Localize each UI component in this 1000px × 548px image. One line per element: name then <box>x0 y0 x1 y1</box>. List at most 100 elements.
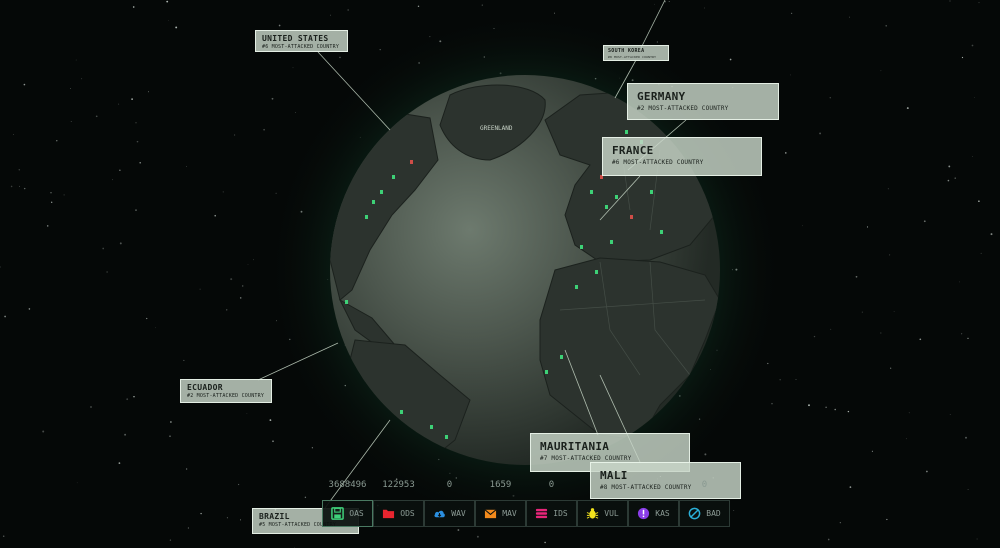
star <box>972 156 973 157</box>
star <box>102 247 105 250</box>
star <box>880 70 882 72</box>
label-name: ECUADOR <box>187 383 223 392</box>
star <box>13 134 14 135</box>
star <box>965 436 967 439</box>
star <box>959 281 960 283</box>
star <box>304 496 307 499</box>
toolbar-bad-button[interactable]: BAD <box>679 500 730 527</box>
toolbar-oas-button[interactable]: OAS <box>322 500 373 527</box>
star <box>237 483 240 486</box>
star <box>974 97 975 98</box>
star <box>155 327 156 329</box>
label-france[interactable]: FRANCE #6 MOST-ATTACKED COUNTRY <box>602 137 762 176</box>
star <box>893 311 895 312</box>
star <box>146 317 148 320</box>
toolbar-ods-button[interactable]: ODS <box>373 500 424 527</box>
star <box>889 254 891 256</box>
toolbar-label: KAS <box>655 509 670 518</box>
attack-hotspot <box>605 205 608 209</box>
star <box>119 169 121 171</box>
star <box>4 315 6 318</box>
star <box>199 288 201 290</box>
star <box>118 103 120 105</box>
star <box>81 78 83 80</box>
star <box>70 121 72 122</box>
star <box>311 447 314 449</box>
label-united-states[interactable]: UNITED STATES #6 MOST-ATTACKED COUNTRY <box>255 30 348 52</box>
star <box>19 185 20 187</box>
label-rank: #6 MOST-ATTACKED COUNTRY <box>262 44 340 50</box>
attack-hotspot <box>580 245 583 249</box>
label-south-korea[interactable]: SOUTH KOREA #8 MOST-ATTACKED COUNTRY <box>603 45 669 61</box>
globe-scene[interactable]: GREENLAND <box>0 0 1000 548</box>
toolbar-ids-button[interactable]: IDS <box>526 500 577 527</box>
label-rank: #2 MOST-ATTACKED COUNTRY <box>637 105 729 112</box>
star <box>849 16 851 18</box>
star <box>834 408 836 411</box>
toolbar-vul-button[interactable]: VUL <box>577 500 628 527</box>
star <box>46 225 49 227</box>
star <box>330 14 331 16</box>
counter-oas: 3688496 <box>328 480 367 490</box>
star <box>272 440 274 443</box>
star <box>166 0 169 3</box>
attack-hotspot <box>380 190 383 194</box>
map-label-greenland: GREENLAND <box>480 125 513 132</box>
star <box>239 297 242 299</box>
star <box>56 140 58 142</box>
star <box>949 0 951 2</box>
star <box>379 48 381 51</box>
star <box>133 395 135 398</box>
star <box>70 88 71 89</box>
cloud-icon <box>434 510 446 518</box>
star <box>771 402 773 405</box>
star <box>813 335 816 338</box>
attack-hotspot <box>575 285 578 289</box>
toolbar-label: IDS <box>553 509 568 518</box>
star <box>961 56 964 59</box>
toolbar-label: ODS <box>400 509 415 518</box>
label-name: FRANCE <box>612 144 654 157</box>
star <box>779 379 781 381</box>
star <box>829 97 831 99</box>
star <box>18 169 21 171</box>
star <box>42 430 45 433</box>
star <box>819 132 822 135</box>
attack-hotspot <box>345 300 348 304</box>
star <box>292 67 294 69</box>
star <box>990 233 993 236</box>
star <box>242 285 244 287</box>
star <box>222 191 224 193</box>
star <box>95 115 98 118</box>
toolbar-kas-button[interactable]: KAS <box>628 500 679 527</box>
star <box>118 462 121 464</box>
label-germany[interactable]: GERMANY #2 MOST-ATTACKED COUNTRY <box>627 83 779 120</box>
star <box>947 179 950 182</box>
toolbar-label: MAV <box>502 509 517 518</box>
star <box>10 185 13 188</box>
attack-hotspot <box>630 215 633 219</box>
star <box>919 338 922 341</box>
star <box>247 264 249 266</box>
globe[interactable]: GREENLAND <box>330 75 720 465</box>
toolbar-wav-button[interactable]: WAV <box>424 500 475 527</box>
star <box>234 134 236 136</box>
counter-row: 3688496 122953 0 1659 0 0 <box>322 480 734 496</box>
star <box>214 214 216 217</box>
label-ecuador[interactable]: ECUADOR #2 MOST-ATTACKED COUNTRY <box>180 379 272 403</box>
star <box>861 311 863 313</box>
star <box>961 333 963 335</box>
label-rank: #6 MOST-ATTACKED COUNTRY <box>612 159 704 166</box>
star <box>131 98 133 100</box>
star <box>978 2 980 4</box>
ids-icon <box>536 508 548 519</box>
star <box>654 3 655 5</box>
star <box>827 538 830 541</box>
attack-hotspot <box>410 160 413 164</box>
toolbar-label: VUL <box>604 509 619 518</box>
attack-hotspot <box>445 435 448 439</box>
star <box>905 438 907 440</box>
star <box>2 535 5 537</box>
star <box>890 367 892 369</box>
toolbar-mav-button[interactable]: MAV <box>475 500 526 527</box>
